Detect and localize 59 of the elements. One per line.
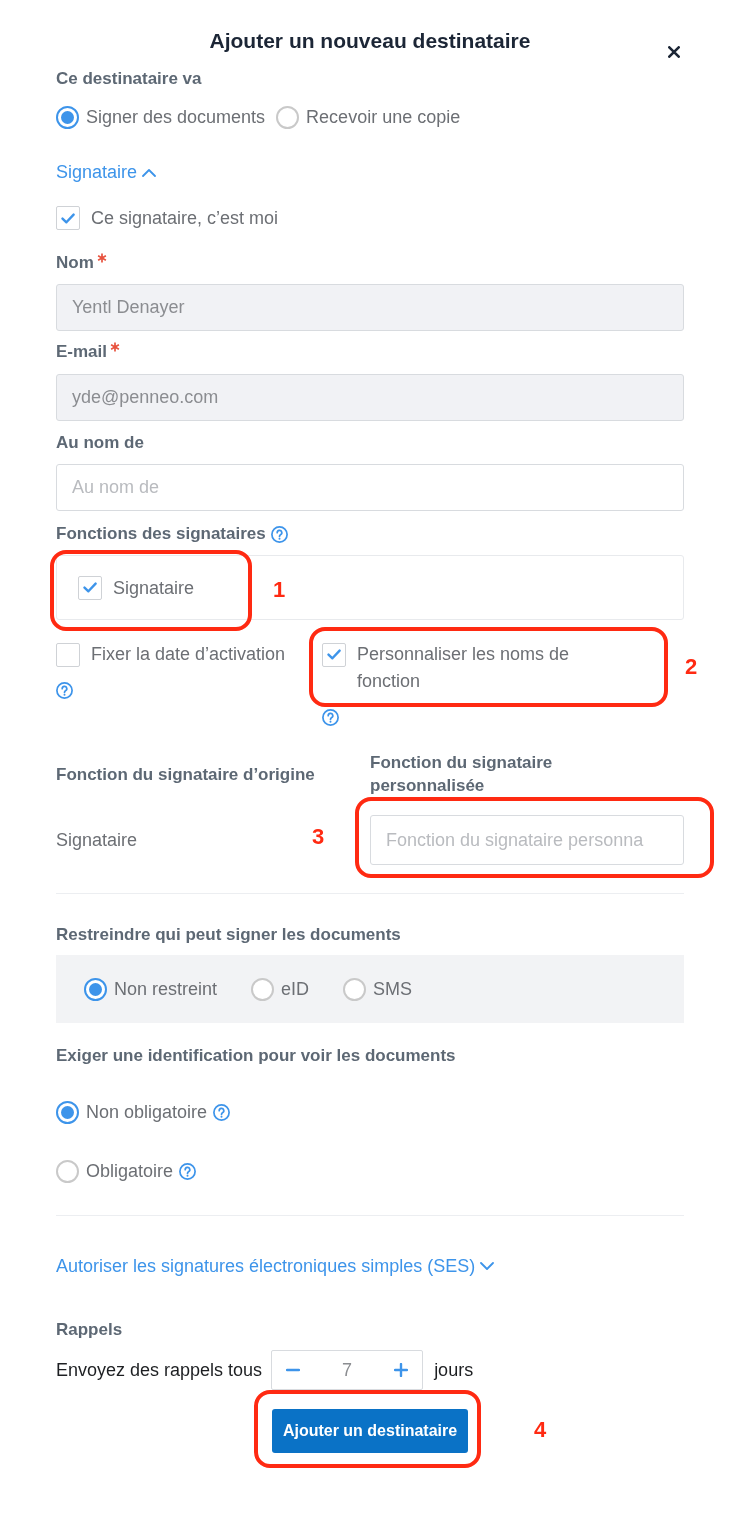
radio-button[interactable] [251, 977, 275, 1001]
help-icon[interactable] [270, 525, 288, 543]
column-heading: Fonction du signataire personnalisée [370, 752, 554, 797]
section-label: Restreindre qui peut signer les documents [56, 924, 402, 946]
close-icon [668, 46, 680, 58]
close-button[interactable] [668, 46, 680, 58]
section-label: Ce destinataire va [56, 68, 203, 90]
field-label: E-mail [56, 341, 108, 363]
section-label: Rappels [56, 1319, 124, 1341]
column-heading: Fonction du signataire d’origine [56, 763, 316, 786]
text-field[interactable]: Fonction du signataire personna [370, 815, 684, 865]
section-toggle[interactable]: Signataire [56, 161, 157, 183]
check-icon [83, 582, 97, 593]
callout-number: 2 [685, 654, 698, 680]
add-recipient-button[interactable]: Ajouter un destinataire [271, 1409, 469, 1453]
checkbox-label: Personnaliser les noms de fonction [357, 643, 571, 693]
radio-label: Recevoir une copie [306, 106, 461, 129]
radio-button[interactable] [56, 105, 79, 129]
radio-label: Obligatoire [86, 1160, 174, 1183]
field-label: Nom [56, 252, 94, 274]
reminder-text: Envoyez des rappels tous [56, 1359, 263, 1382]
radio-button[interactable] [56, 1159, 79, 1183]
dialog-title: Ajouter un nouveau destinataire [209, 28, 531, 54]
callout-number: 1 [273, 577, 286, 603]
section-label: Fonctions des signataires [56, 523, 266, 545]
text-field[interactable]: Au nom de [56, 464, 684, 511]
radio-button[interactable] [276, 105, 300, 129]
callout-number: 3 [312, 824, 325, 850]
checkbox[interactable] [56, 206, 80, 230]
reminder-text: jours [434, 1359, 474, 1382]
radio-label: Non restreint [114, 978, 218, 1001]
field-label: Au nom de [56, 432, 144, 454]
checkbox-label: Ce signataire, c’est moi [91, 207, 279, 230]
section-toggle[interactable]: Autoriser les signatures électroniques simples (SES) [56, 1255, 495, 1277]
section-label: Exiger une identification pour voir les documents [56, 1045, 457, 1067]
help-icon[interactable] [56, 682, 73, 699]
plus-icon [394, 1363, 409, 1377]
radio-button[interactable] [343, 977, 367, 1001]
number-stepper[interactable]: 7 [271, 1350, 424, 1390]
radio-label: Signer des documents [86, 106, 266, 129]
help-icon[interactable] [213, 1103, 231, 1121]
checkbox[interactable] [56, 642, 80, 667]
function-name: Signataire [56, 829, 138, 852]
checkbox[interactable] [78, 575, 102, 600]
radio-label: Non obligatoire [86, 1101, 208, 1124]
radio-label: eID [281, 978, 310, 1001]
help-icon[interactable] [179, 1162, 197, 1180]
help-icon[interactable] [322, 709, 339, 726]
checkbox-label: Signataire [113, 576, 195, 600]
radio-label: SMS [373, 978, 413, 1001]
checkbox-label: Fixer la date d’activation [91, 643, 287, 666]
check-icon [61, 212, 75, 224]
increase-button[interactable] [394, 1363, 409, 1377]
stepper-value: 7 [342, 1359, 353, 1382]
radio-button[interactable] [84, 977, 107, 1001]
callout-number: 4 [533, 1417, 547, 1443]
checkbox[interactable] [322, 642, 346, 667]
radio-button[interactable] [56, 1100, 79, 1124]
check-icon [327, 649, 341, 660]
